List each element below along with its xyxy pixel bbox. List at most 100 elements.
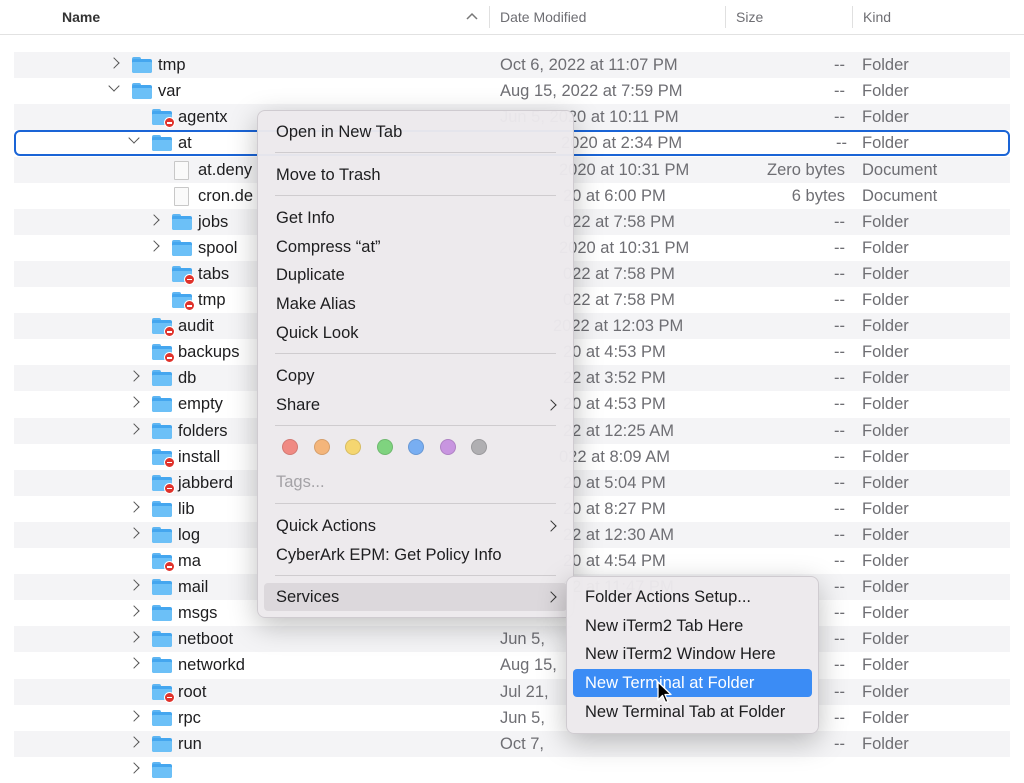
file-size: Zero bytes [767, 160, 845, 179]
file-size: -- [834, 291, 845, 309]
services-item[interactable]: New Terminal Tab at Folder [573, 698, 812, 726]
column-divider[interactable] [852, 6, 853, 28]
menu-item-make-alias[interactable]: Make Alias [264, 290, 567, 318]
column-divider[interactable] [489, 6, 490, 28]
file-size: -- [834, 395, 845, 414]
file-size: -- [834, 56, 845, 75]
folder-icon [152, 318, 175, 338]
disclosure-collapsed-icon[interactable] [128, 501, 140, 513]
name-column-header[interactable]: Name [62, 0, 100, 34]
quick-actions-label: Quick Actions [276, 517, 376, 535]
menu-item-services[interactable]: Services [264, 583, 567, 611]
file-kind: Folder [862, 108, 909, 127]
disclosure-collapsed-icon[interactable] [128, 396, 140, 409]
disclosure-collapsed-icon[interactable] [128, 709, 140, 722]
table-row[interactable]: root Jul 21, -- Folder [14, 678, 1010, 705]
menu-item-copy[interactable]: Copy [264, 362, 567, 390]
disclosure-collapsed-icon[interactable] [128, 422, 140, 435]
tag-color-dot[interactable] [439, 439, 456, 455]
file-size: -- [836, 134, 847, 153]
tag-color-dot[interactable] [313, 439, 330, 455]
file-name: jobs [198, 212, 229, 231]
tag-color-dot[interactable] [376, 439, 393, 455]
menu-item-duplicate[interactable]: Duplicate [264, 261, 567, 289]
services-item[interactable]: New iTerm2 Window Here [573, 640, 812, 668]
table-row[interactable]: tmp Oct 6, 2022 at 11:07 PM -- Folder [14, 52, 1010, 79]
table-row[interactable]: var Aug 15, 2022 at 7:59 PM -- Folder [14, 78, 1010, 104]
tag-color-dot[interactable] [408, 439, 424, 455]
disclosure-collapsed-icon[interactable] [128, 527, 140, 539]
disclosure-expanded-icon[interactable] [128, 132, 140, 145]
folder-icon [152, 109, 175, 129]
menu-item-open-in-new-tab[interactable]: Open in New Tab [264, 118, 567, 146]
disclosure-collapsed-icon[interactable] [108, 57, 120, 69]
date-modified: 022 at 7:58 PM [563, 291, 675, 309]
folder-icon [152, 500, 172, 517]
folder-icon [172, 265, 195, 285]
kind-column-header[interactable]: Kind [863, 0, 891, 34]
folder-icon [152, 344, 175, 364]
date-modified: 20 at 4:53 PM [563, 343, 666, 362]
tag-color-dot[interactable] [471, 439, 487, 455]
no-access-badge-icon [164, 326, 175, 338]
file-size: -- [834, 734, 845, 753]
file-size: -- [834, 343, 845, 362]
disclosure-collapsed-icon[interactable] [128, 370, 140, 382]
folder-icon [152, 396, 172, 413]
menu-item-move-to-trash[interactable]: Move to Trash [264, 161, 567, 189]
folder-icon [172, 292, 195, 311]
tag-color-dot[interactable] [282, 439, 298, 455]
services-item[interactable]: Folder Actions Setup... [573, 583, 812, 611]
file-name: mail [178, 578, 209, 597]
disclosure-collapsed-icon[interactable] [128, 657, 140, 670]
file-size: -- [834, 447, 845, 466]
menu-item-compress[interactable]: Compress “at” [264, 233, 567, 261]
menu-item-quick-actions[interactable]: Quick Actions [264, 512, 567, 540]
menu-item-tags[interactable]: Tags... [264, 468, 567, 496]
table-row[interactable]: networkd Aug 15, -- Folder [14, 652, 1010, 678]
sort-ascending-icon[interactable] [466, 12, 478, 20]
no-access-badge-icon [164, 691, 175, 703]
disclosure-collapsed-icon[interactable] [128, 605, 140, 617]
date-column-header[interactable]: Date Modified [500, 0, 586, 34]
file-name: db [178, 369, 197, 388]
size-column-header[interactable]: Size [736, 0, 763, 34]
file-kind: Folder [862, 604, 909, 623]
services-item[interactable]: New iTerm2 Tab Here [573, 612, 812, 640]
menu-item-share[interactable]: Share [264, 391, 567, 419]
menu-item-quick-look[interactable]: Quick Look [264, 319, 567, 347]
table-row[interactable] [14, 757, 1010, 783]
folder-icon [152, 683, 175, 703]
chevron-right-icon [545, 520, 557, 532]
date-modified: 20 at 4:53 PM [563, 395, 666, 414]
disclosure-collapsed-icon[interactable] [128, 762, 140, 774]
folder-icon [172, 239, 192, 256]
disclosure-collapsed-icon[interactable] [148, 240, 160, 252]
folder-icon [152, 370, 172, 387]
disclosure-collapsed-icon[interactable] [128, 631, 140, 643]
disclosure-expanded-icon[interactable] [108, 80, 120, 92]
file-kind: Folder [862, 578, 909, 597]
share-label: Share [276, 396, 321, 414]
tag-color-dot[interactable] [345, 439, 361, 455]
file-name: run [178, 734, 202, 753]
folder-icon [152, 135, 172, 152]
chevron-right-icon [545, 591, 557, 603]
file-kind: Folder [862, 473, 909, 492]
file-size: -- [834, 264, 845, 283]
chevron-right-icon [545, 399, 557, 411]
file-kind: Folder [862, 421, 909, 440]
table-row[interactable]: rpc Jun 5, -- Folder [14, 705, 1010, 731]
document-icon [174, 160, 189, 180]
menu-item-get-info[interactable]: Get Info [264, 204, 567, 232]
no-access-badge-icon [164, 352, 175, 364]
table-row[interactable]: run Oct 7, -- Folder [14, 730, 1010, 757]
table-row[interactable]: netboot Jun 5, -- Folder [14, 626, 1010, 653]
menu-item-cyberark[interactable]: CyberArk EPM: Get Policy Info [264, 541, 567, 569]
date-modified: 20 at 6:00 PM [563, 186, 666, 205]
column-divider[interactable] [725, 6, 726, 28]
disclosure-collapsed-icon[interactable] [128, 579, 140, 591]
services-item[interactable]: New Terminal at Folder [573, 669, 812, 698]
menu-separator [275, 152, 556, 153]
disclosure-collapsed-icon[interactable] [148, 214, 160, 226]
